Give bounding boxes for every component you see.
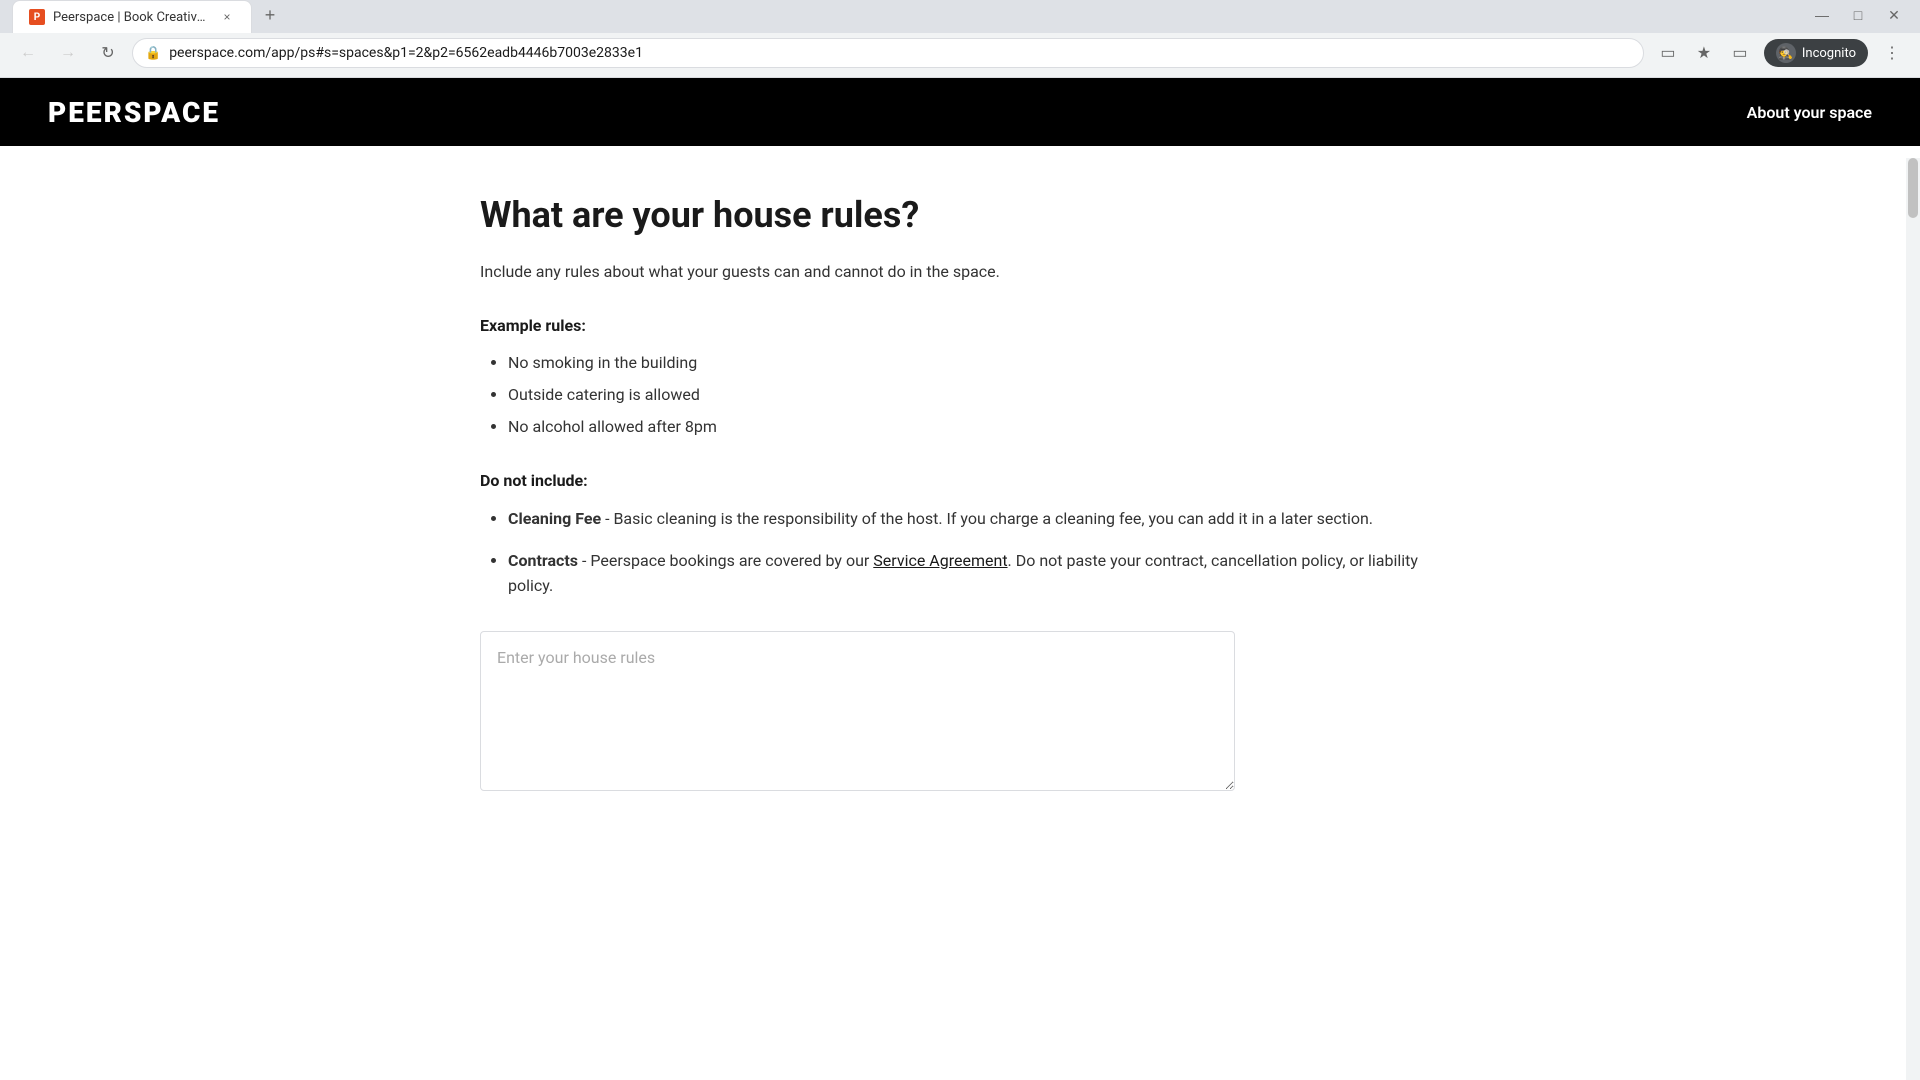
reload-button[interactable]: ↻ — [92, 37, 124, 69]
list-item: Outside catering is allowed — [508, 383, 1440, 407]
address-bar[interactable]: 🔒 peerspace.com/app/ps#s=spaces&p1=2&p2=… — [132, 38, 1644, 68]
scrollbar-track[interactable] — [1906, 158, 1920, 1080]
menu-icon[interactable]: ⋮ — [1876, 37, 1908, 69]
address-bar-row: ← → ↻ 🔒 peerspace.com/app/ps#s=spaces&p1… — [0, 33, 1920, 77]
list-item: No smoking in the building — [508, 351, 1440, 375]
toolbar-icons: ▭ ★ ▭ — [1652, 37, 1756, 69]
tab-title: Peerspace | Book Creative Space — [53, 10, 211, 25]
bookmark-icon[interactable]: ★ — [1688, 37, 1720, 69]
page-title: What are your house rules? — [480, 194, 1440, 236]
new-tab-button[interactable]: + — [256, 1, 284, 29]
cast-icon[interactable]: ▭ — [1652, 37, 1684, 69]
list-item: No alcohol allowed after 8pm — [508, 415, 1440, 439]
page-content-wrapper: What are your house rules? Include any r… — [480, 146, 1440, 839]
contracts-bold: Contracts — [508, 551, 578, 570]
window-controls: — □ ✕ — [1808, 1, 1908, 29]
cleaning-fee-bold: Cleaning Fee — [508, 509, 601, 528]
incognito-badge[interactable]: 🕵 Incognito — [1764, 39, 1868, 67]
example-rules-list: No smoking in the building Outside cater… — [480, 351, 1440, 439]
site-header: PEERSPACE About your space — [0, 78, 1920, 146]
house-rules-textarea[interactable] — [480, 631, 1235, 791]
browser-chrome: P Peerspace | Book Creative Space × + — … — [0, 0, 1920, 78]
contracts-text-before: - Peerspace bookings are covered by our — [578, 551, 873, 570]
back-button[interactable]: ← — [12, 37, 44, 69]
profile-icon[interactable]: ▭ — [1724, 37, 1756, 69]
tab-close-button[interactable]: × — [219, 9, 235, 25]
forward-button[interactable]: → — [52, 37, 84, 69]
page-subtitle: Include any rules about what your guests… — [480, 260, 1440, 284]
service-agreement-link[interactable]: Service Agreement — [873, 551, 1007, 570]
site-logo[interactable]: PEERSPACE — [48, 96, 220, 129]
example-rules-label: Example rules: — [480, 316, 1440, 335]
close-window-button[interactable]: ✕ — [1880, 1, 1908, 29]
main-content: What are your house rules? Include any r… — [0, 146, 1920, 839]
do-not-include-label: Do not include: — [480, 471, 1440, 490]
minimize-button[interactable]: — — [1808, 1, 1836, 29]
url-text: peerspace.com/app/ps#s=spaces&p1=2&p2=65… — [169, 45, 1631, 61]
tab-favicon: P — [29, 9, 45, 25]
incognito-icon: 🕵 — [1776, 43, 1796, 63]
browser-tab-active[interactable]: P Peerspace | Book Creative Space × — [12, 0, 252, 33]
maximize-button[interactable]: □ — [1844, 1, 1872, 29]
scrollbar-thumb[interactable] — [1908, 158, 1918, 218]
lock-icon: 🔒 — [145, 46, 161, 61]
cleaning-fee-text: - Basic cleaning is the responsibility o… — [601, 509, 1373, 528]
list-item: Contracts - Peerspace bookings are cover… — [508, 548, 1440, 599]
list-item: Cleaning Fee - Basic cleaning is the res… — [508, 506, 1440, 532]
tab-bar: P Peerspace | Book Creative Space × + — … — [0, 0, 1920, 33]
about-your-space-link[interactable]: About your space — [1747, 103, 1872, 122]
incognito-label: Incognito — [1802, 46, 1856, 61]
do-not-include-list: Cleaning Fee - Basic cleaning is the res… — [480, 506, 1440, 599]
